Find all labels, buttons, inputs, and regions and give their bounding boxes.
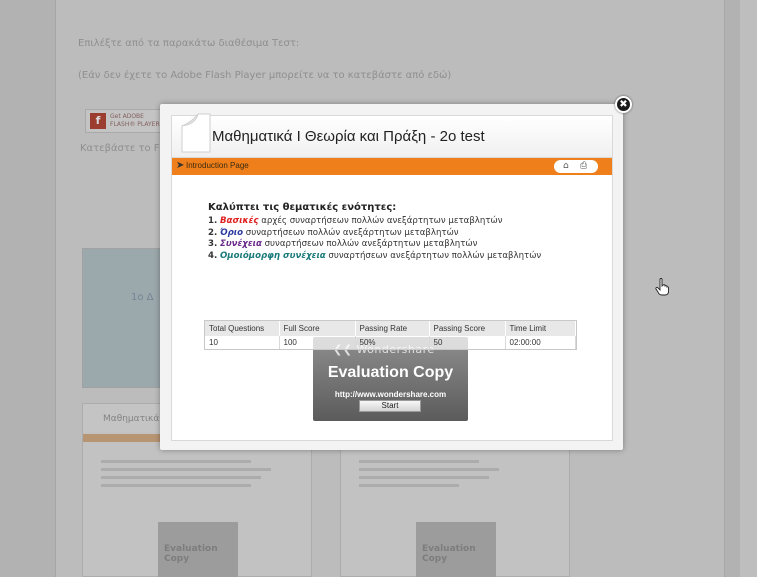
topic-item: 3. Συνέχεια συναρτήσεων πολλών ανεξάρτητ… <box>208 239 598 251</box>
topic-text: συναρτήσεων ανεξάρτητων πολλών μεταβλητώ… <box>325 250 542 261</box>
page-label: Introduction Page <box>186 161 249 170</box>
topic-number: 3. <box>208 239 218 249</box>
quiz-preview-modal: Μαθηματικά Ι Θεωρία και Πράξη - 2ο test … <box>160 104 623 450</box>
watermark-evaluation-text: Evaluation Copy <box>327 364 454 381</box>
stats-header: Full Score <box>279 321 356 336</box>
topic-text: συναρτήσεων πολλών ανεξάρτητων μεταβλητώ… <box>243 227 459 238</box>
stats-header: Passing Rate <box>355 321 430 336</box>
stats-header: Passing Score <box>429 321 506 336</box>
start-button[interactable]: Start <box>359 400 421 412</box>
topic-number: 1. <box>208 216 218 226</box>
navigation-bar: ➤ Introduction Page ⌂ ⎙ <box>172 158 612 175</box>
stats-header: Time Limit <box>505 321 576 336</box>
topic-keyword: Συνέχεια <box>219 239 262 249</box>
stats-value: 100 <box>279 336 356 349</box>
topic-item: 4. Ομοιόμορφη συνέχεια συναρτήσεων ανεξά… <box>208 251 598 263</box>
topic-text: συναρτήσεων πολλών ανεξάρτητων μεταβλητώ… <box>261 239 478 249</box>
quiz-stats-table: Total Questions Full Score Passing Rate … <box>204 320 577 350</box>
stats-value: 10 <box>205 336 280 349</box>
stats-value: 50% <box>355 336 430 349</box>
arrow-right-icon: ➤ <box>176 160 185 171</box>
stats-value-row: 10 100 50% 50 02:00:00 <box>205 336 576 349</box>
quiz-header: Μαθηματικά Ι Θεωρία και Πράξη - 2ο test <box>172 113 612 158</box>
topic-item: 2. Όριο συναρτήσεων πολλών ανεξάρτητων μ… <box>208 228 598 240</box>
topic-item: 1. Βασικές αρχές συναρτήσεων πολλών ανεξ… <box>208 216 598 228</box>
description-heading: Καλύπτει τις θεματικές ενότητες: <box>208 202 397 213</box>
quiz-frame: Μαθηματικά Ι Θεωρία και Πράξη - 2ο test … <box>171 113 613 441</box>
page-curl-icon <box>181 113 211 153</box>
topic-text: αρχές συναρτήσεων πολλών ανεξάρτητων μετ… <box>258 216 503 226</box>
home-icon[interactable]: ⌂ <box>563 160 569 173</box>
close-icon[interactable]: ✖ <box>615 96 632 113</box>
stats-header: Total Questions <box>205 321 280 336</box>
topic-keyword: Βασικές <box>219 216 259 226</box>
topic-number: 2. <box>208 227 218 238</box>
watermark-url: http://www.wondershare.com <box>334 390 447 399</box>
quiz-title: Μαθηματικά Ι Θεωρία και Πράξη - 2ο test <box>212 128 485 145</box>
stats-value: 02:00:00 <box>505 336 576 349</box>
print-icon[interactable]: ⎙ <box>580 160 587 173</box>
stats-header-row: Total Questions Full Score Passing Rate … <box>205 321 576 336</box>
stats-value: 50 <box>429 336 506 349</box>
bar-icon-group: ⌂ ⎙ <box>554 160 598 173</box>
topic-number: 4. <box>208 250 218 261</box>
topic-keyword: Ομοιόμορφη συνέχεια <box>219 250 326 261</box>
topic-keyword: Όριο <box>219 227 244 238</box>
hand-cursor-icon <box>655 278 669 296</box>
quiz-description: Καλύπτει τις θεματικές ενότητες: 1. Βασι… <box>208 202 598 262</box>
